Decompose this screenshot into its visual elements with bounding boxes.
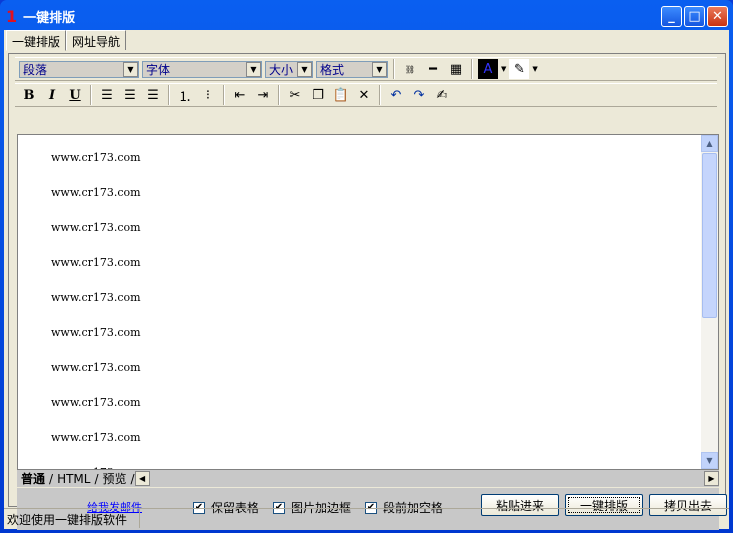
align-right-icon[interactable]: ☰: [143, 85, 163, 105]
editor-line: www.cr173.com: [51, 151, 141, 164]
unordered-list-icon[interactable]: ⁝: [198, 85, 218, 105]
editor-line: www.cr173.com: [51, 291, 141, 304]
horizontal-rule-icon[interactable]: ━: [423, 59, 443, 79]
view-tabs: 普通 / HTML / 预览 / ◀ ▶: [17, 470, 719, 487]
editor-line: www.cr173.com: [51, 361, 141, 374]
cut-icon[interactable]: ✂: [285, 85, 305, 105]
status-text: 欢迎使用一键排版软件: [4, 509, 140, 528]
app-window: 1 一键排版 _ □ ✕ 一键排版 网址导航 段落 ▼ 字体 ▼ 大小 ▼ 格式 ▼ ⛓…: [0, 0, 733, 533]
status-bar: 欢迎使用一键排版软件: [4, 508, 729, 528]
editor-line: www.cr173.com: [51, 396, 141, 409]
ordered-list-icon[interactable]: ⒈: [175, 85, 195, 105]
delete-icon[interactable]: ✕: [354, 85, 374, 105]
paste-icon[interactable]: 📋: [331, 85, 351, 105]
table-icon[interactable]: ▦: [446, 59, 466, 79]
maximize-button[interactable]: □: [684, 6, 705, 27]
tab-nav[interactable]: 网址导航: [66, 30, 127, 50]
undo-icon[interactable]: ↶: [386, 85, 406, 105]
view-tab-html[interactable]: HTML: [53, 472, 94, 486]
copy-icon[interactable]: ❐: [308, 85, 328, 105]
view-tab-normal[interactable]: 普通: [17, 470, 49, 487]
view-tab-preview[interactable]: 预览: [99, 470, 131, 487]
underline-icon[interactable]: U: [65, 85, 85, 105]
outdent-icon[interactable]: ⇤: [230, 85, 250, 105]
redo-icon[interactable]: ↷: [409, 85, 429, 105]
vertical-scrollbar[interactable]: ▲ ▼: [701, 135, 718, 469]
app-logo: 1: [6, 6, 18, 26]
bold-icon[interactable]: B: [19, 85, 39, 105]
toolbar-bottom: B I U ☰ ☰ ☰ ⒈ ⁝ ⇤ ⇥ ✂ ❐ 📋 ✕ ↶ ↷ ✍: [15, 83, 717, 107]
window-title: 一键排版: [23, 10, 76, 26]
scroll-down-icon[interactable]: ▼: [701, 452, 718, 469]
editor-line: www.cr173.com: [51, 326, 141, 339]
size-select[interactable]: 大小 ▼: [265, 60, 313, 78]
chevron-down-icon: ▼: [297, 61, 312, 77]
italic-icon[interactable]: I: [42, 85, 62, 105]
editor-line: www.cr173.com: [51, 431, 141, 444]
editor-line: www.cr173.com: [51, 256, 141, 269]
chevron-down-icon: ▼: [123, 61, 138, 77]
edit-icon[interactable]: ✍: [432, 85, 452, 105]
chevron-down-icon: ▼: [246, 61, 261, 77]
highlight-pen-icon[interactable]: ✎: [509, 59, 530, 79]
indent-icon[interactable]: ⇥: [253, 85, 273, 105]
scroll-right-icon[interactable]: ▶: [704, 471, 719, 486]
close-button[interactable]: ✕: [707, 6, 728, 27]
web-link-icon[interactable]: ⛓: [400, 59, 420, 79]
paragraph-select[interactable]: 段落 ▼: [19, 60, 139, 78]
title-bar: 1 一键排版: [6, 5, 75, 27]
scroll-up-icon[interactable]: ▲: [701, 135, 718, 152]
font-select[interactable]: 字体 ▼: [142, 60, 262, 78]
align-left-icon[interactable]: ☰: [97, 85, 117, 105]
chevron-down-icon: ▼: [372, 61, 387, 77]
editor-line: www.cr173.com: [51, 186, 141, 199]
font-color-icon[interactable]: A: [478, 59, 498, 79]
toolbar-top: 段落 ▼ 字体 ▼ 大小 ▼ 格式 ▼ ⛓ ━ ▦ A ▼ ✎ ▼: [15, 57, 717, 81]
minimize-button[interactable]: _: [661, 6, 682, 27]
format-select[interactable]: 格式 ▼: [316, 60, 388, 78]
editor-area[interactable]: ▲ ▼ www.cr173.com www.cr173.com www.cr173.…: [17, 134, 719, 470]
align-center-icon[interactable]: ☰: [120, 85, 140, 105]
scroll-thumb[interactable]: [702, 153, 717, 318]
editor-line: www.cr173.com: [51, 221, 141, 234]
tab-format[interactable]: 一键排版: [6, 30, 67, 51]
scroll-left-icon[interactable]: ◀: [134, 471, 150, 486]
